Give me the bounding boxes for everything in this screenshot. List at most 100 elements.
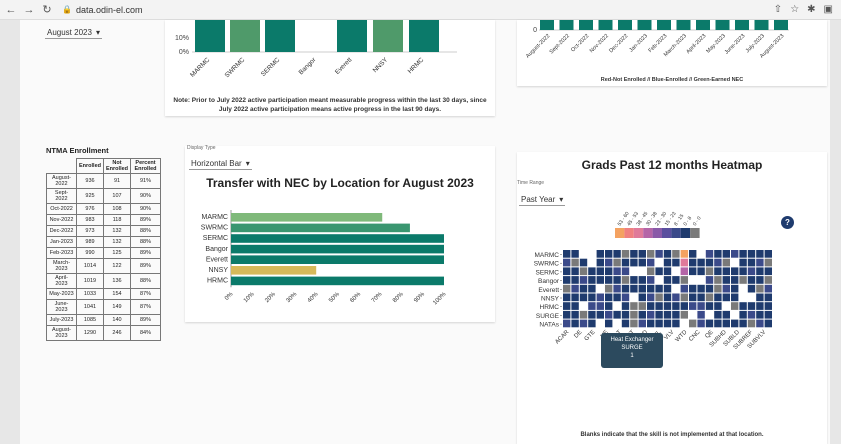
heatmap-cell[interactable] (613, 284, 621, 293)
heatmap-cell[interactable] (630, 302, 638, 310)
heatmap-cell[interactable] (613, 310, 621, 319)
heatmap-cell[interactable] (672, 250, 680, 258)
heatmap-cell[interactable] (731, 302, 739, 310)
heatmap-cell[interactable] (571, 276, 579, 284)
heatmap-cell[interactable] (747, 267, 756, 276)
heatmap-cell[interactable] (647, 276, 655, 284)
heatmap-cell[interactable] (722, 267, 730, 276)
heatmap-cell[interactable] (588, 293, 596, 302)
heatmap-cell[interactable] (621, 250, 630, 258)
heatmap-cell[interactable] (630, 319, 638, 328)
heatmap-cell[interactable] (579, 310, 588, 319)
heatmap-cell[interactable] (647, 250, 655, 258)
heatmap-cell[interactable] (756, 276, 764, 284)
heatmap-cell[interactable] (588, 302, 596, 310)
heatmap-cell[interactable] (605, 276, 613, 284)
heatmap-cell[interactable] (722, 310, 730, 319)
heatmap-cell[interactable] (588, 310, 596, 319)
heatmap-cell[interactable] (747, 258, 756, 267)
heatmap-cell[interactable] (731, 319, 739, 328)
heatmap-cell[interactable] (722, 258, 730, 267)
heatmap-cell[interactable] (571, 310, 579, 319)
heatmap-cell[interactable] (764, 302, 772, 310)
heatmap-cell[interactable] (613, 293, 621, 302)
heatmap-cell[interactable] (714, 319, 722, 328)
heatmap-cell[interactable] (747, 302, 756, 310)
heatmap-cell[interactable] (571, 284, 579, 293)
heatmap-cell[interactable] (739, 250, 747, 258)
heatmap-cell[interactable] (647, 302, 655, 310)
heatmap-cell[interactable] (722, 276, 730, 284)
heatmap-cell[interactable] (764, 293, 772, 302)
heatmap-cell[interactable] (638, 250, 646, 258)
heatmap-cell[interactable] (579, 293, 588, 302)
heatmap-cell[interactable] (697, 293, 705, 302)
heatmap-cell[interactable] (689, 319, 697, 328)
heatmap-cell[interactable] (705, 276, 714, 284)
heatmap-cell[interactable] (655, 284, 663, 293)
heatmap-cell[interactable] (764, 267, 772, 276)
heatmap-cell[interactable] (596, 258, 604, 267)
heatmap-cell[interactable] (747, 319, 756, 328)
heatmap-cell[interactable] (621, 293, 630, 302)
heatmap-cell[interactable] (579, 267, 588, 276)
heatmap-cell[interactable] (714, 302, 722, 310)
heatmap-cell[interactable] (638, 310, 646, 319)
heatmap-cell[interactable] (621, 302, 630, 310)
heatmap-cell[interactable] (663, 284, 672, 293)
heatmap-cell[interactable] (613, 276, 621, 284)
heatmap-cell[interactable] (638, 258, 646, 267)
heatmap-cell[interactable] (714, 293, 722, 302)
heatmap-cell[interactable] (596, 310, 604, 319)
heatmap-cell[interactable] (605, 250, 613, 258)
heatmap-cell[interactable] (621, 310, 630, 319)
heatmap-cell[interactable] (731, 250, 739, 258)
heatmap-cell[interactable] (563, 267, 571, 276)
heatmap-cell[interactable] (596, 293, 604, 302)
heatmap-cell[interactable] (756, 302, 764, 310)
heatmap-cell[interactable] (621, 319, 630, 328)
heatmap-cell[interactable] (647, 267, 655, 276)
heatmap-cell[interactable] (647, 310, 655, 319)
heatmap-cell[interactable] (747, 250, 756, 258)
heatmap-cell[interactable] (697, 310, 705, 319)
heatmap-cell[interactable] (647, 258, 655, 267)
heatmap-cell[interactable] (756, 293, 764, 302)
heatmap-cell[interactable] (605, 258, 613, 267)
heatmap-cell[interactable] (647, 284, 655, 293)
heatmap-cell[interactable] (638, 284, 646, 293)
heatmap-cell[interactable] (563, 258, 571, 267)
heatmap-cell[interactable] (705, 284, 714, 293)
heatmap-cell[interactable] (596, 276, 604, 284)
heatmap-cell[interactable] (689, 258, 697, 267)
heatmap-cell[interactable] (689, 284, 697, 293)
heatmap-cell[interactable] (663, 293, 672, 302)
heatmap-cell[interactable] (747, 276, 756, 284)
heatmap-cell[interactable] (630, 250, 638, 258)
heatmap-cell[interactable] (689, 267, 697, 276)
heatmap-cell[interactable] (655, 267, 663, 276)
heatmap-cell[interactable] (655, 319, 663, 328)
heatmap-cell[interactable] (764, 310, 772, 319)
heatmap-cell[interactable] (756, 284, 764, 293)
heatmap-cell[interactable] (705, 293, 714, 302)
month-select[interactable]: August 2023 ▾ (45, 22, 102, 40)
heatmap-cell[interactable] (680, 267, 688, 276)
heatmap-cell[interactable] (714, 276, 722, 284)
heatmap-cell[interactable] (647, 293, 655, 302)
extensions-icon[interactable]: ✱ (807, 4, 815, 15)
heatmap-cell[interactable] (764, 250, 772, 258)
heatmap-cell[interactable] (571, 250, 579, 258)
heatmap-cell[interactable] (680, 293, 688, 302)
heatmap-cell[interactable] (747, 284, 756, 293)
heatmap-cell[interactable] (689, 302, 697, 310)
heatmap-cell[interactable] (596, 250, 604, 258)
heatmap-cell[interactable] (605, 302, 613, 310)
heatmap-cell[interactable] (579, 258, 588, 267)
heatmap-cell[interactable] (672, 258, 680, 267)
heatmap-cell[interactable] (563, 276, 571, 284)
heatmap-cell[interactable] (630, 276, 638, 284)
heatmap-cell[interactable] (638, 319, 646, 328)
heatmap-cell[interactable] (705, 302, 714, 310)
heatmap-cell[interactable] (697, 302, 705, 310)
